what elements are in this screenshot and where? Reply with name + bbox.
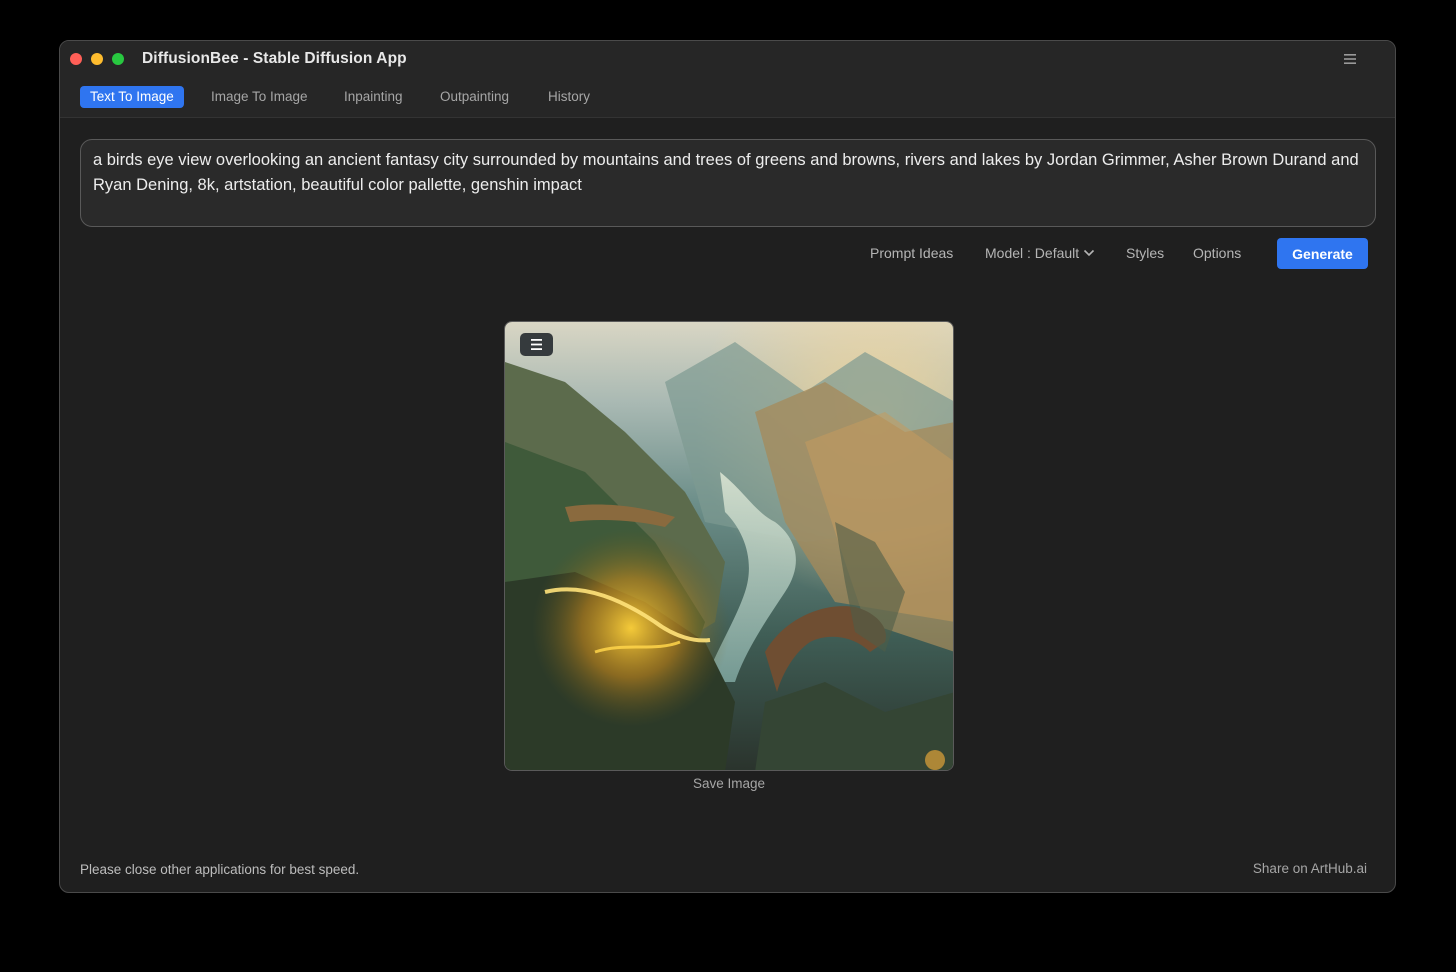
model-dropdown[interactable]: Model : Default xyxy=(985,245,1095,261)
tab-history[interactable]: History xyxy=(538,86,600,108)
title-bar: DiffusionBee - Stable Diffusion App xyxy=(60,41,1395,77)
speed-tip-text: Please close other applications for best… xyxy=(80,862,360,877)
prompt-input[interactable]: a birds eye view overlooking an ancient … xyxy=(80,139,1376,227)
zoom-window-button[interactable] xyxy=(112,53,124,65)
minimize-window-button[interactable] xyxy=(91,53,103,65)
hamburger-menu-icon xyxy=(531,339,542,350)
hamburger-menu-icon[interactable] xyxy=(1343,52,1357,66)
image-menu-button[interactable] xyxy=(520,333,553,356)
share-arthub-link[interactable]: Share on ArtHub.ai xyxy=(1253,861,1367,876)
save-image-link[interactable]: Save Image xyxy=(504,776,954,791)
tab-bar: Text To Image Image To Image Inpainting … xyxy=(60,77,1395,118)
window-title: DiffusionBee - Stable Diffusion App xyxy=(142,50,407,67)
app-window: DiffusionBee - Stable Diffusion App Text… xyxy=(59,40,1396,893)
tab-outpainting[interactable]: Outpainting xyxy=(430,86,519,108)
close-window-button[interactable] xyxy=(70,53,82,65)
options-button[interactable]: Options xyxy=(1193,245,1241,261)
model-dropdown-label: Model : Default xyxy=(985,245,1080,261)
styles-button[interactable]: Styles xyxy=(1126,245,1164,261)
tab-image-to-image[interactable]: Image To Image xyxy=(201,86,318,108)
generated-image[interactable] xyxy=(504,321,954,771)
tab-inpainting[interactable]: Inpainting xyxy=(334,86,413,108)
fantasy-landscape-image xyxy=(505,322,953,770)
tab-text-to-image[interactable]: Text To Image xyxy=(80,86,184,108)
chevron-down-icon xyxy=(1084,249,1095,256)
generate-button[interactable]: Generate xyxy=(1277,238,1368,269)
prompt-ideas-button[interactable]: Prompt Ideas xyxy=(870,245,953,261)
